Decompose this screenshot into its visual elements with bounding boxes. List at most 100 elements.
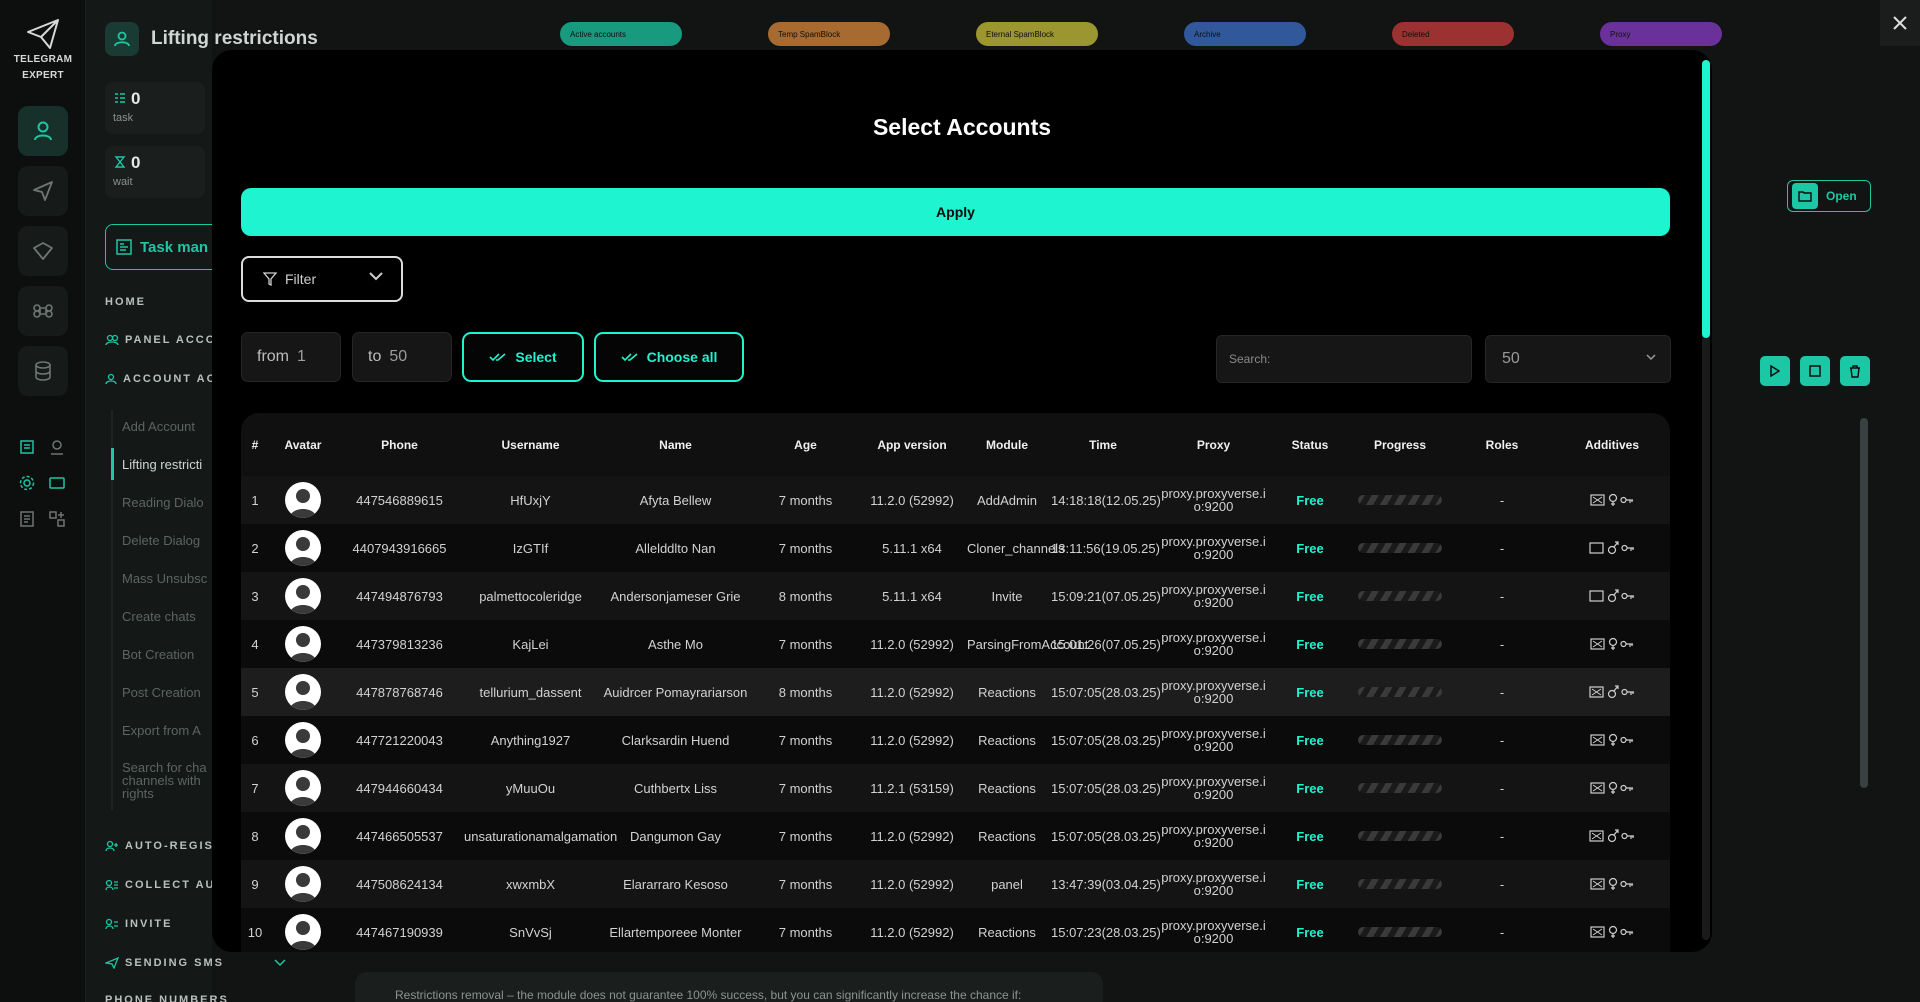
sidebar-item-search-channels[interactable]: Search for cha channels with rights [122, 761, 212, 800]
cell-avatar [269, 812, 337, 860]
col-number[interactable]: # [241, 413, 269, 476]
from-input[interactable]: from 1 [241, 332, 341, 382]
pill-proxy[interactable]: Proxy [1600, 22, 1722, 46]
table-row[interactable]: 8 447466505537 unsaturationamalgamation Dan… [241, 812, 1670, 860]
open-button[interactable]: Open [1787, 180, 1871, 212]
cell-username: HfUxjY [462, 476, 599, 524]
cell-progress [1350, 860, 1450, 908]
table-row[interactable]: 7 447944660434 yMuuOu Cuthbertx Liss 7 month… [241, 764, 1670, 812]
status-badge: Free [1296, 540, 1324, 556]
cell-age: 7 months [752, 716, 859, 764]
chat-icon [33, 242, 53, 260]
table-row[interactable]: 6 447721220043 Anything1927 Clarksardin Hue… [241, 716, 1670, 764]
rail-chat-button[interactable] [18, 226, 68, 276]
sidebar-item-create-chats[interactable]: Create chats [122, 609, 196, 624]
pill-temp-spamblock[interactable]: Temp SpamBlock [768, 22, 890, 46]
per-page-select[interactable]: 50 [1485, 335, 1671, 383]
col-phone[interactable]: Phone [337, 413, 462, 476]
sidebar-item-export[interactable]: Export from A [122, 723, 201, 738]
sidebar-item-reading-dialogs[interactable]: Reading Dialo [122, 495, 204, 510]
col-additives[interactable]: Additives [1554, 413, 1670, 476]
sidebar-item-delete-dialogs[interactable]: Delete Dialog [122, 533, 200, 548]
rail-command-button[interactable] [18, 286, 68, 336]
additives-icons [1590, 877, 1634, 891]
table-row[interactable]: 9 447508624134 xwxmbX Elararraro Kesoso 7 mo… [241, 860, 1670, 908]
rail-settings-button[interactable] [16, 472, 38, 494]
task-manager-button[interactable]: Task man [105, 224, 225, 270]
rail-window-button[interactable] [46, 472, 68, 494]
col-app-version[interactable]: App version [859, 413, 965, 476]
table-row[interactable]: 5 447878768746 tellurium_dassent Auidrcer P… [241, 668, 1670, 716]
status-badge: Free [1296, 636, 1324, 652]
col-time[interactable]: Time [1049, 413, 1157, 476]
table-row[interactable]: 4 447379813236 KajLei Asthe Mo 7 months 11.2.… [241, 620, 1670, 668]
section-home[interactable]: HOME [105, 296, 146, 308]
pill-active-accounts[interactable]: Active accounts [560, 22, 682, 46]
section-phone-numbers[interactable]: PHONE NUMBERS [105, 994, 229, 1002]
section-invite[interactable]: INVITE [105, 918, 172, 930]
rail-accounts-button[interactable] [18, 106, 68, 156]
col-avatar[interactable]: Avatar [269, 413, 337, 476]
sidebar-item-post-creation[interactable]: Post Creation [122, 685, 201, 700]
task-count: 0 [131, 89, 141, 108]
col-status[interactable]: Status [1270, 413, 1350, 476]
col-name[interactable]: Name [599, 413, 752, 476]
pill-deleted[interactable]: Deleted [1392, 22, 1514, 46]
cell-roles: - [1450, 908, 1554, 952]
play-button[interactable] [1760, 356, 1790, 386]
cell-age: 7 months [752, 476, 859, 524]
rail-doc-button[interactable] [16, 436, 38, 458]
cell-roles: - [1450, 620, 1554, 668]
table-row[interactable]: 1 447546889615 HfUxjY Afyta Bellew 7 months 1… [241, 476, 1670, 524]
pill-archive[interactable]: Archive [1184, 22, 1306, 46]
cell-avatar [269, 668, 337, 716]
choose-all-button[interactable]: Choose all [594, 332, 744, 382]
cell-number: 4 [241, 620, 269, 668]
section-panel-accounts[interactable]: PANEL ACCO [105, 334, 216, 346]
rail-send-button[interactable] [18, 166, 68, 216]
status-badge: Free [1296, 828, 1324, 844]
cell-app-version: 5.11.1 x64 [859, 572, 965, 620]
search-input[interactable] [1216, 335, 1472, 383]
sidebar-item-add-account[interactable]: Add Account [122, 419, 195, 434]
rail-location-button[interactable] [46, 436, 68, 458]
sidebar-item-bot-creation[interactable]: Bot Creation [122, 647, 194, 662]
rail-database-button[interactable] [18, 346, 68, 396]
delete-button[interactable] [1840, 356, 1870, 386]
user-lines-icon [105, 918, 118, 930]
close-button[interactable] [1880, 0, 1920, 46]
stop-button[interactable] [1800, 356, 1830, 386]
section-auto-reg[interactable]: AUTO-REGIS [105, 840, 214, 852]
cell-number: 10 [241, 908, 269, 952]
pill-eternal-spamblock[interactable]: Eternal SpamBlock [976, 22, 1098, 46]
select-button[interactable]: Select [462, 332, 584, 382]
col-username[interactable]: Username [462, 413, 599, 476]
section-sending-sms[interactable]: SENDING SMS [105, 957, 286, 969]
to-input[interactable]: to 50 [352, 332, 452, 382]
col-module[interactable]: Module [965, 413, 1049, 476]
rail-grid-button[interactable] [46, 508, 68, 530]
rail-notes-button[interactable] [16, 508, 38, 530]
table-row[interactable]: 3 447494876793 palmettocoleridge Andersonja… [241, 572, 1670, 620]
cell-app-version: 11.2.0 (52992) [859, 860, 965, 908]
sidebar-item-mass-unsubscribe[interactable]: Mass Unsubsc [122, 571, 207, 586]
col-age[interactable]: Age [752, 413, 859, 476]
sidebar-item-lifting-restrictions[interactable]: Lifting restricti [122, 457, 202, 472]
table-row[interactable]: 10 447467190939 SnVvSj Ellartemporeee Monte… [241, 908, 1670, 952]
cell-proxy: proxy.proxyverse.io:9200 [1157, 668, 1270, 716]
section-account-actions[interactable]: ACCOUNT AC [105, 373, 217, 385]
cell-age: 7 months [752, 908, 859, 952]
cell-number: 6 [241, 716, 269, 764]
col-roles[interactable]: Roles [1450, 413, 1554, 476]
cell-username: yMuuOu [462, 764, 599, 812]
table-row[interactable]: 2 4407943916665 IzGTIf Allelddlto Nan 7 mont… [241, 524, 1670, 572]
from-label: from [257, 348, 289, 365]
col-progress[interactable]: Progress [1350, 413, 1450, 476]
col-proxy[interactable]: Proxy [1157, 413, 1270, 476]
background-scrollbar[interactable] [1860, 418, 1868, 788]
section-collect[interactable]: COLLECT AU [105, 879, 215, 891]
apply-button[interactable]: Apply [241, 188, 1670, 236]
modal-scrollbar-thumb[interactable] [1702, 60, 1710, 338]
cell-avatar [269, 572, 337, 620]
filter-dropdown[interactable]: Filter [241, 256, 403, 302]
